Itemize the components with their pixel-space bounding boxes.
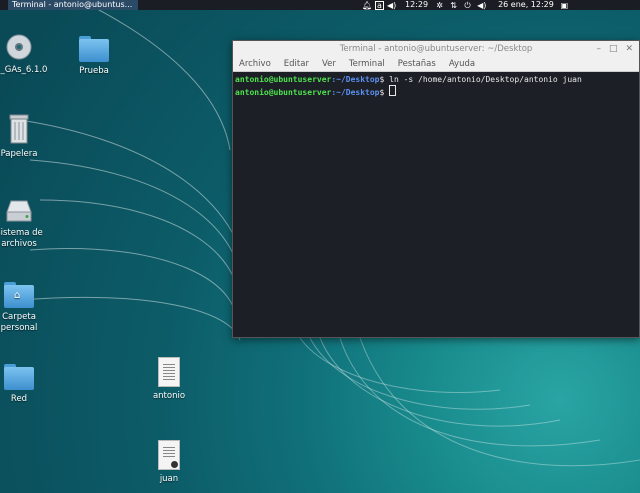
desktop-icon-juan[interactable]: juan <box>134 440 204 485</box>
menu-terminal[interactable]: Terminal <box>349 57 385 71</box>
close-icon[interactable]: ✕ <box>625 41 633 57</box>
desktop-icon-papelera[interactable]: Papelera <box>0 113 54 160</box>
clock-date[interactable]: 26 ene, 12:29 <box>498 0 554 10</box>
prompt-user: antonio@ubuntuserver <box>235 88 332 97</box>
desktop-icon-carpeta-personal[interactable]: ⌂ Carpeta personal <box>0 282 54 334</box>
prompt-path: :~/Desktop <box>331 88 380 97</box>
desktop-icon-label: Carpeta personal <box>0 312 38 333</box>
network-icon[interactable]: ⇅ <box>449 1 458 10</box>
menu-bar: Archivo Editar Ver Terminal Pestañas Ayu… <box>233 57 639 72</box>
desktop-icon-sistema-archivos[interactable]: Sistema de archivos <box>0 198 54 250</box>
disc-icon <box>6 34 32 60</box>
terminal-window[interactable]: Terminal - antonio@ubuntuserver: ~/Deskt… <box>232 40 640 338</box>
folder-icon <box>79 36 109 62</box>
window-title: Terminal - antonio@ubuntuserver: ~/Deskt… <box>339 44 533 54</box>
menu-pestanas[interactable]: Pestañas <box>398 57 436 71</box>
folder-icon <box>4 364 34 390</box>
desktop-icon-label: ox_GAs_6.1.0 <box>0 65 48 75</box>
prompt-path: :~/Desktop <box>331 75 380 84</box>
terminal-line: antonio@ubuntuserver:~/Desktop$ <box>235 85 637 98</box>
menu-editar[interactable]: Editar <box>284 57 309 71</box>
window-titlebar[interactable]: Terminal - antonio@ubuntuserver: ~/Deskt… <box>233 41 639 57</box>
command-text: ln -s /home/antonio/Desktop/antonio juan <box>384 75 582 84</box>
volume-icon[interactable]: ◀) <box>387 1 396 10</box>
desktop-icon-label: Sistema de archivos <box>0 228 43 249</box>
clock-time[interactable]: 12:29 <box>405 0 428 10</box>
home-folder-icon: ⌂ <box>4 282 34 308</box>
desktop-icon-label: Red <box>10 394 28 404</box>
menu-archivo[interactable]: Archivo <box>239 57 271 71</box>
menu-ver[interactable]: Ver <box>322 57 336 71</box>
prompt-user: antonio@ubuntuserver <box>235 75 332 84</box>
terminal-line: antonio@ubuntuserver:~/Desktop$ ln -s /h… <box>235 74 637 85</box>
notification-icon[interactable]: 🔔︎ <box>362 1 372 10</box>
text-cursor <box>389 85 397 96</box>
settings-icon[interactable]: ✲ <box>435 1 444 10</box>
desktop-icon-antonio[interactable]: antonio <box>134 357 204 402</box>
menu-ayuda[interactable]: Ayuda <box>449 57 475 71</box>
desktop-icon-label: Papelera <box>0 149 38 159</box>
taskbar-item-terminal[interactable]: Terminal - antonio@ubuntus... <box>8 0 138 10</box>
volume-icon-secondary[interactable]: ◀) <box>477 1 486 10</box>
desktop-icon-label: juan <box>159 474 179 484</box>
menu-icon[interactable]: ▣ <box>560 1 569 10</box>
desktop-icon-label: antonio <box>152 391 186 401</box>
desktop-icon-prueba[interactable]: Prueba <box>59 36 129 77</box>
desktop-icon-label: Prueba <box>79 66 109 76</box>
desktop-icon-red[interactable]: Red <box>0 364 54 405</box>
keyboard-icon[interactable]: a <box>375 0 384 10</box>
document-link-icon <box>158 440 180 470</box>
maximize-icon[interactable]: □ <box>609 41 618 57</box>
power-icon[interactable]: ⏻ <box>463 1 472 10</box>
top-panel: Terminal - antonio@ubuntus... 🔔︎ a ◀) 12… <box>0 0 640 10</box>
trash-icon <box>9 114 29 144</box>
terminal-output[interactable]: antonio@ubuntuserver:~/Desktop$ ln -s /h… <box>233 72 639 100</box>
minimize-icon[interactable]: – <box>596 41 601 57</box>
system-tray: 🔔︎ a ◀) 12:29 ✲ ⇅ ⏻ ◀) 26 ene, 12:29 ▣ <box>362 0 569 10</box>
desktop-icon-disc[interactable]: ox_GAs_6.1.0 <box>0 33 54 76</box>
drive-icon <box>6 200 32 222</box>
window-controls: – □ ✕ <box>596 41 633 57</box>
document-icon <box>158 357 180 387</box>
